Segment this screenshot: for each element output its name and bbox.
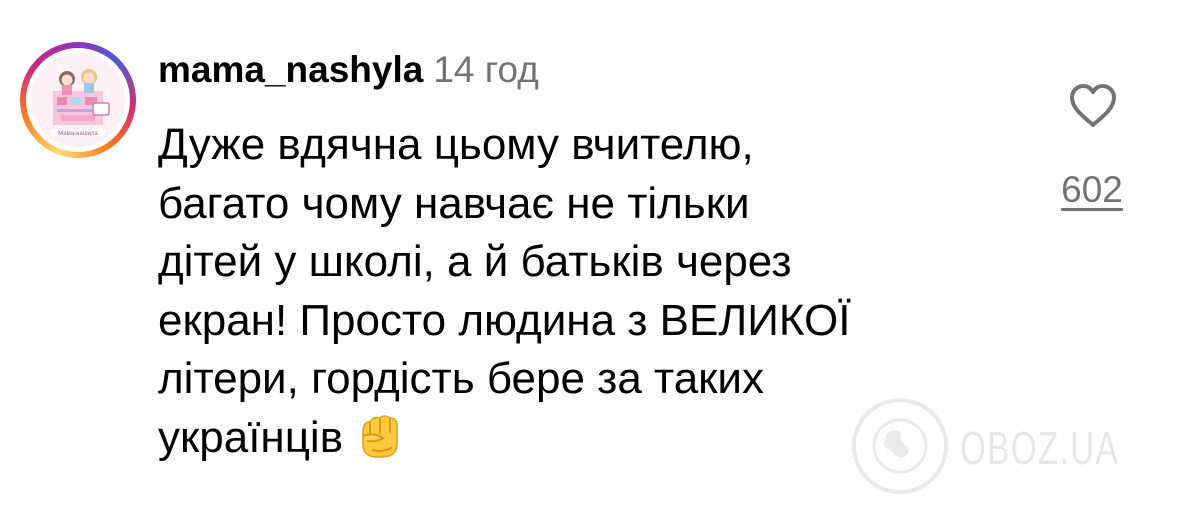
comment-line: багато чому навчає не тільки <box>158 178 750 228</box>
raised-fist-emoji-icon <box>362 414 398 458</box>
avatar: Мама-нашила <box>31 53 125 147</box>
comment-line: українців <box>158 412 344 462</box>
comment-timestamp: 14 год <box>433 49 539 90</box>
comment-header: mama_nashyla 14 год <box>158 47 539 93</box>
comment-line: дітей у школі, а й батьків через <box>158 237 792 286</box>
like-count[interactable]: 602 <box>1036 168 1148 212</box>
heart-outline-icon <box>1070 84 1116 127</box>
comment-username[interactable]: mama_nashyla <box>158 49 423 90</box>
avatar-logo-text: Мама-нашила <box>58 131 98 137</box>
avatar-logo-image: Мама-нашила <box>31 53 125 147</box>
watermark-globe-icon <box>852 398 948 494</box>
comment-line: екран! Просто людина з ВЕЛИКОЇ <box>158 295 851 345</box>
watermark-text: OBOZ.UA <box>960 422 1120 474</box>
watermark: OBOZ.UA <box>852 398 1168 498</box>
avatar-border: Мама-нашила <box>26 48 130 152</box>
comment-line: Дуже вдячна цьому вчителю, <box>158 120 754 169</box>
avatar-story-ring[interactable]: Мама-нашила <box>20 42 136 158</box>
like-button[interactable] <box>1068 83 1118 129</box>
